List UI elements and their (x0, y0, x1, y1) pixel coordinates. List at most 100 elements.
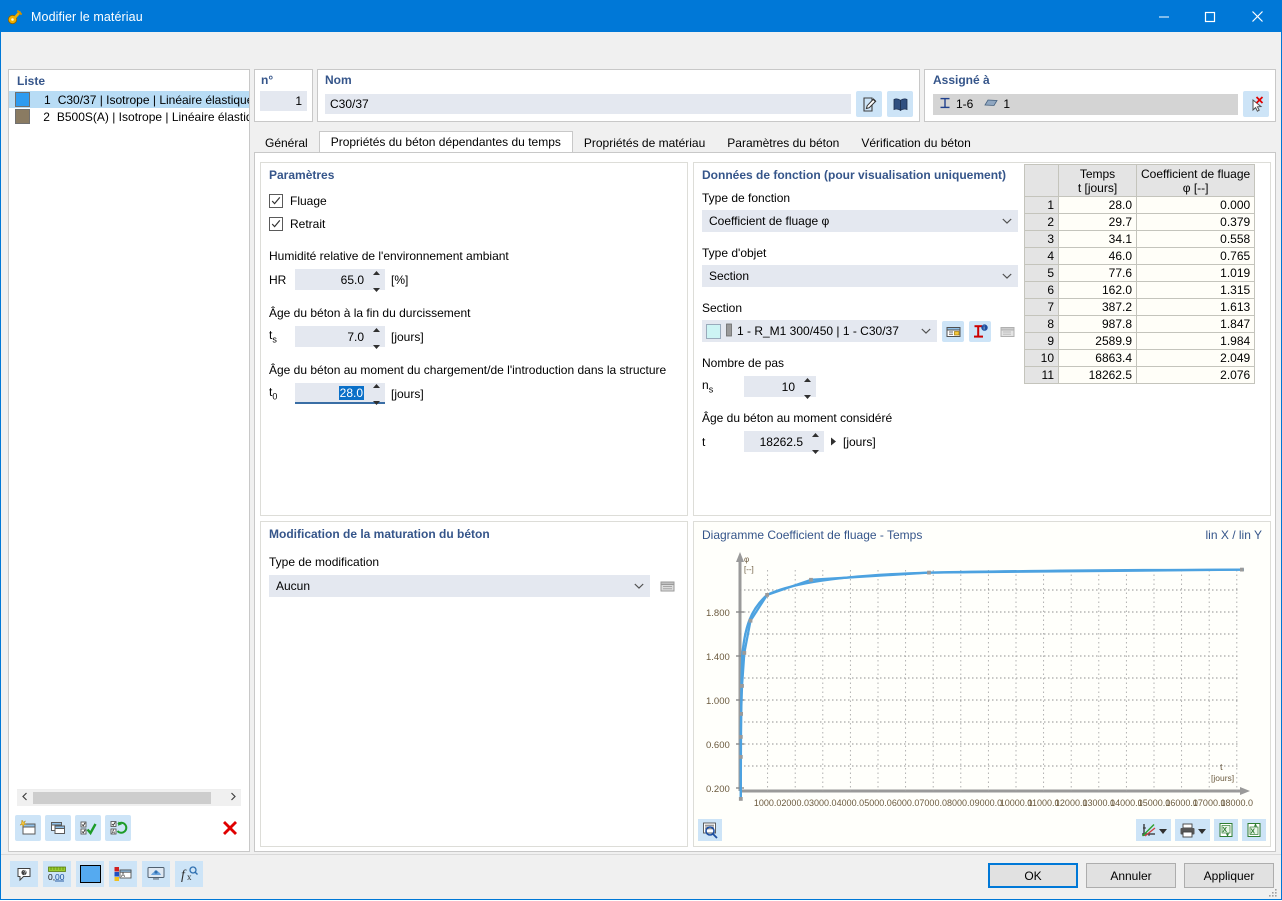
name-input[interactable]: C30/37 (325, 94, 851, 114)
age-curing-input[interactable]: 7.0 (295, 326, 385, 349)
cell-creep[interactable]: 0.558 (1135, 230, 1256, 248)
spinner-down-icon[interactable] (373, 281, 380, 295)
spinner-arrows[interactable] (370, 383, 385, 405)
tab-general[interactable]: Général (254, 132, 319, 153)
book-library-icon[interactable] (887, 91, 913, 117)
spinner-up-icon[interactable] (373, 377, 380, 391)
chevron-down-icon[interactable] (1198, 823, 1206, 837)
table-row[interactable]: 8 987.8 1.847 (1024, 315, 1256, 333)
section-info-button[interactable]: i (969, 320, 991, 342)
hscroll-thumb[interactable] (33, 792, 211, 804)
diagram-scale-mode[interactable]: lin X / lin Y (1206, 528, 1262, 542)
cell-creep[interactable]: 0.379 (1135, 213, 1256, 231)
spinner-arrows[interactable] (809, 431, 824, 454)
spinner-up-icon[interactable] (373, 264, 380, 278)
diagram-axes-settings-button[interactable] (1136, 819, 1171, 841)
new-material-button[interactable] (15, 815, 41, 841)
diagram-import-excel-button[interactable]: X (1242, 819, 1266, 841)
diagram-export-excel-button[interactable]: X (1214, 819, 1238, 841)
table-row[interactable]: 11 18262.5 2.076 (1024, 366, 1256, 384)
spinner-arrows[interactable] (801, 376, 816, 399)
apply-button[interactable]: Appliquer (1184, 863, 1274, 888)
ok-button[interactable]: OK (988, 863, 1078, 888)
edit-maturation-button[interactable] (656, 576, 679, 597)
age-loading-input[interactable]: 28.0 (295, 383, 385, 405)
cell-time[interactable]: 18262.5 (1058, 366, 1137, 384)
check-all-button[interactable] (75, 815, 101, 841)
creep-time-chart[interactable]: 1.800 1.400 1.000 0.600 0.200 φ [--] t [… (698, 548, 1268, 818)
chevron-down-icon[interactable] (1159, 823, 1167, 837)
section-dropdown[interactable]: 1 - R_M1 300/450 | 1 - C30/37 (702, 320, 937, 342)
table-header-creep[interactable]: Coefficient de fluage φ [--] (1135, 164, 1256, 197)
maturation-type-dropdown[interactable]: Aucun (269, 575, 650, 597)
cell-time[interactable]: 28.0 (1058, 196, 1137, 214)
spinner-down-icon[interactable] (373, 394, 380, 408)
render-settings-button[interactable]: A (109, 861, 137, 887)
cell-time[interactable]: 29.7 (1058, 213, 1137, 231)
table-row[interactable]: 3 34.1 0.558 (1024, 230, 1256, 248)
function-data-table[interactable]: Temps t [jours] Coefficient de fluage φ … (1024, 164, 1256, 384)
maximize-button[interactable] (1187, 1, 1233, 32)
refresh-selection-button[interactable]: A (105, 815, 131, 841)
chevron-right-icon[interactable] (225, 792, 241, 804)
table-row[interactable]: 6 162.0 1.315 (1024, 281, 1256, 299)
shrinkage-checkbox-row[interactable]: Retrait (269, 215, 687, 233)
chevron-down-icon[interactable] (996, 218, 1018, 224)
cell-creep[interactable]: 1.315 (1135, 281, 1256, 299)
section-properties-button[interactable] (942, 320, 964, 342)
chevron-left-icon[interactable] (17, 792, 33, 804)
table-row[interactable]: 2 29.7 0.379 (1024, 213, 1256, 231)
diagram-zoom-button[interactable] (698, 819, 722, 841)
deselect-assignment-button[interactable] (1243, 91, 1269, 117)
cell-time[interactable]: 2589.9 (1058, 332, 1137, 350)
spinner-up-icon[interactable] (812, 426, 819, 440)
spinner-arrows[interactable] (370, 269, 385, 292)
creep-checkbox-row[interactable]: Fluage (269, 192, 687, 210)
chevron-down-icon[interactable] (628, 583, 650, 589)
table-row[interactable]: 7 387.2 1.613 (1024, 298, 1256, 316)
checkbox-checked-icon[interactable] (269, 194, 283, 208)
object-type-dropdown[interactable]: Section (702, 265, 1018, 287)
spinner-down-icon[interactable] (812, 443, 819, 457)
list-item[interactable]: 2 B500S(A) | Isotrope | Linéaire élastiq… (9, 108, 249, 125)
cell-creep[interactable]: 1.847 (1135, 315, 1256, 333)
cancel-button[interactable]: Annuler (1086, 863, 1176, 888)
checkbox-checked-icon[interactable] (269, 217, 283, 231)
spinner-up-icon[interactable] (804, 371, 811, 385)
cell-time[interactable]: 6863.4 (1058, 349, 1137, 367)
close-button[interactable] (1233, 1, 1281, 32)
cell-creep[interactable]: 2.049 (1135, 349, 1256, 367)
age-considered-next-icon[interactable] (830, 435, 837, 449)
tab-concrete-verification[interactable]: Vérification du béton (850, 132, 981, 153)
tab-concrete-parameters[interactable]: Paramètres du béton (716, 132, 850, 153)
info-balloon-button[interactable]: ? (10, 861, 38, 887)
spinner-down-icon[interactable] (804, 388, 811, 402)
diagram-print-button[interactable] (1175, 819, 1210, 841)
minimize-button[interactable] (1141, 1, 1187, 32)
spinner-up-icon[interactable] (373, 321, 380, 335)
number-input[interactable]: 1 (260, 91, 307, 111)
cell-creep[interactable]: 0.000 (1135, 196, 1256, 214)
cell-time[interactable]: 77.6 (1058, 264, 1137, 282)
color-button[interactable] (76, 861, 104, 887)
cell-creep[interactable]: 0.765 (1135, 247, 1256, 265)
units-decimals-button[interactable]: 0, 00 (43, 861, 71, 887)
cell-time[interactable]: 162.0 (1058, 281, 1137, 299)
table-row[interactable]: 10 6863.4 2.049 (1024, 349, 1256, 367)
chevron-down-icon[interactable] (996, 273, 1018, 279)
tab-material-properties[interactable]: Propriétés de matériau (573, 132, 716, 153)
edit-pencil-icon[interactable] (856, 91, 882, 117)
age-considered-input[interactable]: 18262.5 (744, 431, 824, 454)
display-navigator-button[interactable] (142, 861, 170, 887)
table-row[interactable]: 5 77.6 1.019 (1024, 264, 1256, 282)
chart-area[interactable]: 1.800 1.400 1.000 0.600 0.200 φ [--] t [… (698, 548, 1268, 818)
cell-creep[interactable]: 1.613 (1135, 298, 1256, 316)
list-item[interactable]: 1 C30/37 | Isotrope | Linéaire élastique (9, 91, 249, 108)
formula-button[interactable]: f x (175, 861, 203, 887)
spinner-arrows[interactable] (370, 326, 385, 349)
function-type-dropdown[interactable]: Coefficient de fluage φ (702, 210, 1018, 232)
hscroll-track[interactable] (33, 790, 225, 806)
table-row[interactable]: 4 46.0 0.765 (1024, 247, 1256, 265)
spinner-down-icon[interactable] (373, 338, 380, 352)
delete-material-button[interactable] (217, 815, 243, 841)
